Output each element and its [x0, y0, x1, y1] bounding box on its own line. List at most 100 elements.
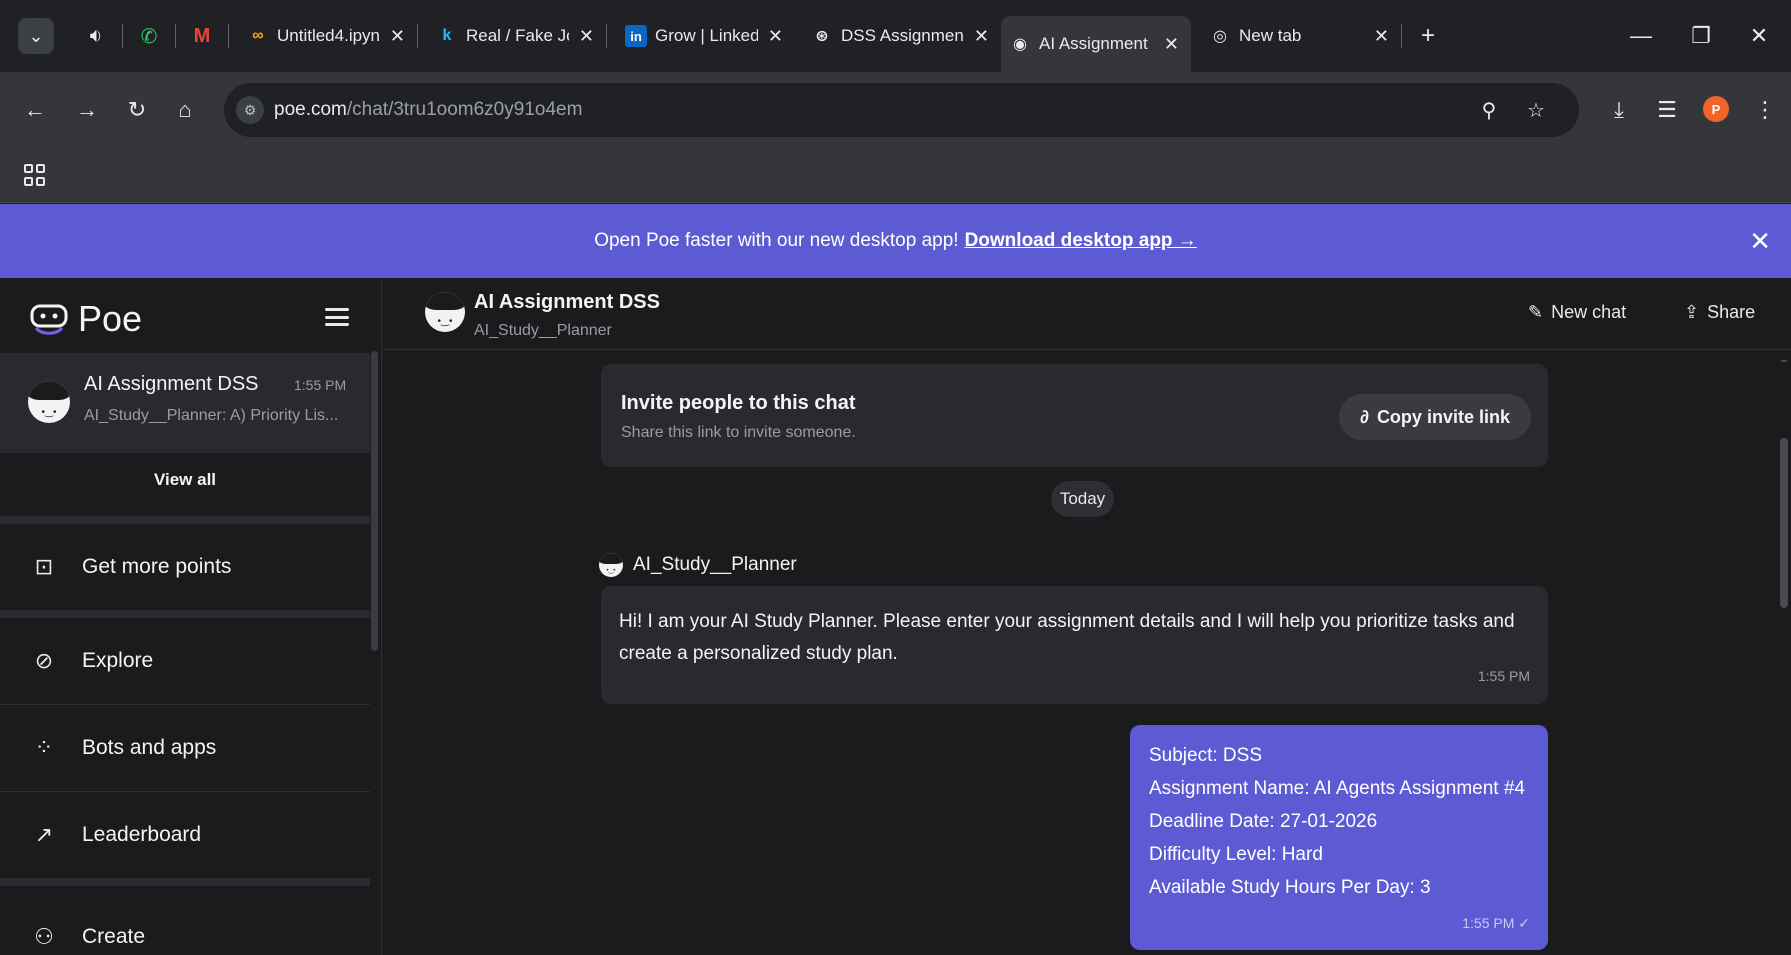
linkedin-icon: in [625, 25, 647, 47]
tab-colab[interactable]: ∞ Untitled4.ipynb ✕ [239, 12, 417, 60]
chat-list-item[interactable]: AI Assignment DSS 1:55 PM AI_Study__Plan… [0, 353, 370, 453]
reading-list-icon: ☰ [1657, 97, 1677, 122]
chat-header-subtitle[interactable]: AI_Study__Planner [474, 322, 612, 340]
download-button[interactable]: ⤓ [1602, 93, 1636, 127]
copy-invite-link-label: Copy invite link [1376, 406, 1510, 427]
sidebar-item-label: Bots and apps [82, 736, 217, 759]
download-desktop-app-link[interactable]: Download desktop app → [965, 230, 1197, 252]
tab-separator [417, 24, 418, 48]
reload-button[interactable]: ↻ [120, 93, 154, 127]
trend-icon: ↗ [34, 822, 54, 847]
bot-name[interactable]: AI_Study__Planner [633, 554, 797, 576]
sidebar-item-label: Explore [82, 649, 154, 672]
close-icon[interactable]: ✕ [579, 26, 594, 47]
sidebar-item-label: Leaderboard [82, 823, 202, 846]
bot-message: Hi! I am your AI Study Planner. Please e… [601, 586, 1548, 704]
close-icon: ✕ [1749, 23, 1769, 48]
tab-linkedin[interactable]: in Grow | LinkedIn ✕ [617, 12, 795, 60]
poe-brand[interactable]: Poe [30, 294, 142, 344]
browser-toolbar: ← → ↻ ⌂ ⚙ poe.com/chat/3tru1oom6z0y91o4e… [0, 72, 1791, 148]
chat-main: AI Assignment DSS AI_Study__Planner ✎ Ne… [383, 278, 1791, 955]
tab-title: Real / Fake Jobs [466, 26, 569, 45]
sidebar-scrollbar[interactable] [371, 351, 378, 651]
close-window-button[interactable]: ✕ [1728, 0, 1790, 72]
tab-title: Grow | LinkedIn [655, 26, 758, 45]
user-message-line: Available Study Hours Per Day: 3 [1149, 877, 1431, 898]
new-tab-button[interactable]: + [1412, 18, 1444, 54]
invite-card: Invite people to this chat Share this li… [601, 364, 1548, 467]
reading-list-button[interactable]: ☰ [1650, 93, 1684, 127]
copy-invite-link-button[interactable]: ∂ Copy invite link [1339, 394, 1531, 440]
bookmarks-bar [0, 148, 1791, 203]
user-message-line: Deadline Date: 27-01-2026 [1149, 811, 1378, 832]
pinned-tab-gmail[interactable]: M [186, 18, 218, 54]
tab-separator [606, 24, 607, 48]
close-icon[interactable]: ✕ [768, 26, 783, 47]
pinned-tab-speaker[interactable]: 🔉︎ [80, 18, 112, 54]
pinned-tab-whatsapp[interactable]: ✆ [133, 18, 165, 54]
bot-avatar [28, 381, 70, 423]
profile-avatar[interactable]: P [1703, 96, 1729, 122]
divider [0, 878, 370, 886]
message-time: 1:55 PM [1477, 668, 1530, 684]
new-chat-button[interactable]: ✎ New chat [1528, 302, 1626, 323]
bot-avatar[interactable] [599, 553, 623, 577]
apps-grid-icon[interactable] [24, 164, 46, 186]
points-icon: ⊡ [34, 554, 54, 579]
bot-avatar[interactable] [425, 292, 465, 332]
tab-separator [228, 24, 229, 48]
view-all-link[interactable]: View all [0, 470, 370, 490]
minimize-button[interactable]: — [1610, 0, 1672, 72]
brand-name: Poe [78, 298, 143, 339]
chat-scrollbar[interactable] [1780, 438, 1788, 608]
address-bar[interactable]: ⚙ poe.com/chat/3tru1oom6z0y91o4em ⚲ ☆ [224, 83, 1579, 137]
close-icon[interactable]: ✕ [1374, 26, 1389, 47]
message-time: 1:55 PM ✓ [1462, 915, 1530, 931]
sidebar-item-get-more-points[interactable]: ⊡ Get more points [0, 524, 370, 610]
poe-icon: ◉ [1013, 36, 1027, 53]
url-host: poe.com [274, 99, 347, 120]
tab-kaggle[interactable]: k Real / Fake Jobs ✕ [428, 12, 606, 60]
forward-button[interactable]: → [70, 93, 104, 127]
share-label: Share [1707, 302, 1756, 322]
tab-search-button[interactable]: ⌄ [18, 18, 54, 54]
close-icon[interactable]: ✕ [390, 26, 405, 47]
whatsapp-icon: ✆ [140, 25, 158, 48]
sidebar-item-label: Get more points [82, 555, 232, 578]
link-icon: ∂ [1360, 406, 1369, 427]
tab-new-tab[interactable]: ◎ New tab ✕ [1201, 12, 1401, 60]
close-icon[interactable]: ✕ [974, 26, 989, 47]
hamburger-menu-icon[interactable] [324, 304, 350, 330]
close-icon[interactable]: ✕ [1749, 226, 1771, 257]
poe-logo-icon [30, 304, 68, 335]
tab-ai-assignment[interactable]: ◉ AI Assignment ✕ [1001, 16, 1191, 72]
user-message-line: Assignment Name: AI Agents Assignment #4 [1149, 778, 1525, 799]
sidebar-item-bots-and-apps[interactable]: ⁘ Bots and apps [0, 705, 370, 791]
browser-tabstrip: ⌄ 🔉︎ ✆ M ∞ Untitled4.ipynb ✕ k Real / Fa… [0, 0, 1791, 72]
site-info-icon[interactable]: ⚙ [236, 96, 264, 124]
tab-dss-assignment[interactable]: ⊛ DSS Assignment ✕ [803, 12, 1001, 60]
new-chat-label: New chat [1551, 302, 1627, 322]
chrome-menu-button[interactable]: ⋮ [1748, 93, 1782, 127]
url-path: /chat/3tru1oom6z0y91o4em [346, 99, 583, 120]
reload-icon: ↻ [127, 97, 147, 122]
back-button[interactable]: ← [18, 93, 52, 127]
sidebar-item-create[interactable]: ⚇ Create [0, 894, 370, 955]
chat-snippet: AI_Study__Planner: A) Priority Lis... [84, 407, 339, 424]
bookmark-star-icon[interactable]: ☆ [1523, 97, 1549, 123]
date-chip: Today [1051, 481, 1114, 517]
zoom-icon[interactable]: ⚲ [1476, 97, 1502, 123]
chrome-icon: ◎ [1213, 28, 1227, 45]
share-button[interactable]: ⇪ Share [1684, 302, 1755, 323]
chatgpt-icon: ⊛ [815, 28, 829, 45]
tab-title: AI Assignment [1039, 34, 1148, 53]
close-icon[interactable]: ✕ [1164, 34, 1179, 55]
sidebar: Poe AI Assignment DSS 1:55 PM AI_Study__… [0, 278, 382, 955]
home-button[interactable]: ⌂ [168, 93, 202, 127]
invite-subtitle: Share this link to invite someone. [621, 424, 856, 441]
sidebar-item-explore[interactable]: ⊘ Explore [0, 618, 370, 704]
tab-separator [1401, 24, 1402, 48]
restore-button[interactable]: ❐ [1670, 0, 1732, 72]
sidebar-item-leaderboard[interactable]: ↗ Leaderboard [0, 792, 370, 878]
banner-text: Open Poe faster with our new desktop app… [594, 230, 959, 251]
